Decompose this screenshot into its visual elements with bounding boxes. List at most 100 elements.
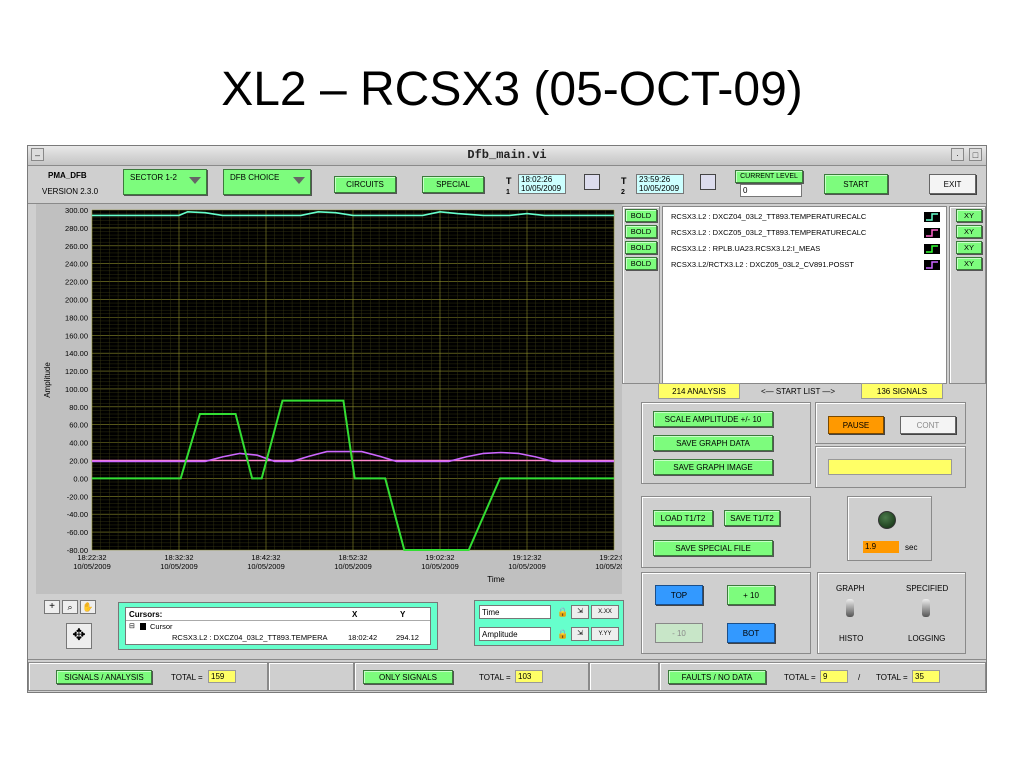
cursor-y-value: 294.12 (396, 633, 419, 642)
chevron-down-icon (189, 177, 201, 184)
signal-name: RCSX3.L2 : DXCZ04_03L2_TT893.TEMPERATURE… (671, 212, 867, 221)
y-tick-label: 120.00 (65, 367, 88, 376)
x-tick-time: 18:22:32 (77, 553, 106, 562)
pause-button[interactable]: PAUSE (828, 416, 884, 434)
signal-color-swatch[interactable] (924, 260, 940, 270)
signal-list-item[interactable]: RCSX3.L2 : RPLB.UA23.RCSX3.L2:I_MEAS (663, 241, 950, 256)
cont-button[interactable]: CONT (900, 416, 956, 434)
mode-panel: GRAPH HISTO SPECIFIED LOGGING (817, 572, 966, 654)
axis-scale-icon[interactable]: ⇲ (571, 605, 589, 619)
signal-list[interactable]: RCSX3.L2 : DXCZ04_03L2_TT893.TEMPERATURE… (662, 206, 947, 384)
x-tick-time: 19:12:32 (512, 553, 541, 562)
scale-amplitude-button[interactable]: SCALE AMPLITUDE +/- 10 (653, 411, 773, 427)
save-graph-data-button[interactable]: SAVE GRAPH DATA (653, 435, 773, 451)
amplitude-axis-field[interactable]: Amplitude (479, 627, 551, 641)
y-tick-label: 100.00 (65, 385, 88, 394)
bold-button[interactable]: BOLD (625, 225, 657, 238)
cursor-tree-item[interactable]: RCSX3.L2 : DXCZ04_03L2_TT893.TEMPERA (172, 633, 344, 642)
minus10-button[interactable]: - 10 (655, 623, 703, 643)
signal-color-swatch[interactable] (924, 228, 940, 238)
x-tick-date: 10/05/2009 (508, 562, 546, 571)
amplitude-format-button[interactable]: Y.YY (591, 627, 619, 641)
calendar-icon[interactable] (584, 174, 600, 190)
time-format-button[interactable]: X.XX (591, 605, 619, 619)
calendar-icon[interactable] (700, 174, 716, 190)
graph-label: GRAPH (836, 584, 865, 593)
window-titlebar[interactable]: – Dfb_main.vi · □ (28, 146, 986, 166)
cursor-table[interactable]: Cursors: X Y ⊟ Cursor RCSX3.L2 : DXCZ04_… (125, 607, 431, 645)
signal-name: RCSX3.L2 : DXCZ05_03L2_TT893.TEMPERATURE… (671, 228, 867, 237)
t1-label: T (506, 176, 512, 186)
load-t1t2-button[interactable]: LOAD T1/T2 (653, 510, 713, 526)
signal-list-item[interactable]: RCSX3.L2 : DXCZ04_03L2_TT893.TEMPERATURE… (663, 209, 950, 224)
total1-label: TOTAL = (171, 673, 203, 682)
y-tick-label: 20.00 (69, 457, 88, 466)
lock-icon[interactable]: 🔒 (557, 628, 569, 640)
dfb-choice-dropdown[interactable]: DFB CHOICE (223, 169, 311, 195)
t2-field[interactable]: 23:59:26 10/05/2009 (636, 174, 684, 194)
start-list-label: <— START LIST —> (761, 387, 836, 396)
y-tick-label: 220.00 (65, 278, 88, 287)
top-button[interactable]: TOP (655, 585, 703, 605)
refresh-interval-field[interactable]: 1.9 (863, 541, 899, 553)
axis-scale-icon[interactable]: ⇲ (571, 627, 589, 641)
signal-list-item[interactable]: RCSX3.L2/RCTX3.L2 : DXCZ05_03L2_CV891.PO… (663, 257, 950, 272)
footer-bar: SIGNALS / ANALYSIS TOTAL = 159 ONLY SIGN… (28, 659, 986, 692)
zoom-icon[interactable]: ⌕ (62, 600, 78, 614)
sector-dropdown[interactable]: SECTOR 1-2 (123, 169, 207, 195)
version-label: VERSION 2.3.0 (42, 187, 99, 196)
only-signals-button[interactable]: ONLY SIGNALS (363, 670, 453, 684)
y-tick-label: 160.00 (65, 331, 88, 340)
faults-no-data-button[interactable]: FAULTS / NO DATA (668, 670, 766, 684)
bold-button[interactable]: BOLD (625, 241, 657, 254)
amplitude-chart[interactable]: 300.00 280.00 260.00 240.00 220.00 200.00 180.… (36, 204, 633, 594)
signal-list-item[interactable]: RCSX3.L2 : DXCZ05_03L2_TT893.TEMPERATURE… (663, 225, 950, 240)
x-tick-date: 10/05/2009 (247, 562, 285, 571)
grid (91, 209, 615, 551)
refresh-unit: sec (905, 543, 918, 552)
x-tick-time: 19:22:03 (599, 553, 622, 562)
start-button[interactable]: START (824, 174, 888, 194)
xy-button[interactable]: XY (956, 241, 982, 254)
pan-hand-icon[interactable]: ✋ (80, 600, 96, 614)
t2-time: 23:59:26 (639, 175, 671, 184)
time-axis-field[interactable]: Time (479, 605, 551, 619)
lock-icon[interactable]: 🔒 (557, 606, 569, 618)
save-special-file-button[interactable]: SAVE SPECIAL FILE (653, 540, 773, 556)
exit-button[interactable]: EXIT (929, 174, 976, 194)
graph-histo-toggle[interactable] (846, 599, 854, 617)
signal-name: RCSX3.L2/RCTX3.L2 : DXCZ05_03L2_CV891.PO… (671, 260, 855, 269)
cursor-move-icon[interactable]: ✥ (66, 623, 92, 649)
signal-color-swatch[interactable] (924, 212, 940, 222)
specified-logging-toggle[interactable] (922, 599, 930, 617)
t1-field[interactable]: 18:02:26 10/05/2009 (518, 174, 566, 194)
maximize-icon[interactable]: □ (969, 148, 982, 161)
bold-button[interactable]: BOLD (625, 257, 657, 270)
x-tick-date: 10/05/2009 (73, 562, 111, 571)
signal-color-swatch[interactable] (924, 244, 940, 254)
save-t1t2-button[interactable]: SAVE T1/T2 (724, 510, 780, 526)
tree-collapse-icon[interactable]: ⊟ (129, 622, 135, 630)
xy-button[interactable]: XY (956, 257, 982, 270)
plus10-button[interactable]: + 10 (727, 585, 775, 605)
save-graph-image-button[interactable]: SAVE GRAPH IMAGE (653, 459, 773, 475)
y-tick-label: -40.00 (67, 510, 88, 519)
logging-label: LOGGING (908, 634, 946, 643)
bold-button[interactable]: BOLD (625, 209, 657, 222)
signals-analysis-button[interactable]: SIGNALS / ANALYSIS (56, 670, 152, 684)
xy-button[interactable]: XY (956, 209, 982, 222)
circuits-button[interactable]: CIRCUITS (334, 176, 396, 193)
y-tick-label: 40.00 (69, 439, 88, 448)
signal-name: RCSX3.L2 : RPLB.UA23.RCSX3.L2:I_MEAS (671, 244, 821, 253)
special-button[interactable]: SPECIAL (422, 176, 484, 193)
sector-dropdown-label: SECTOR 1-2 (130, 173, 177, 182)
minimize-icon[interactable]: · (951, 148, 964, 161)
y-tick-label: 60.00 (69, 421, 88, 430)
x-tick-date: 10/05/2009 (595, 562, 622, 571)
total3-label: TOTAL = (784, 673, 816, 682)
xy-button[interactable]: XY (956, 225, 982, 238)
crosshair-icon[interactable]: + (44, 600, 60, 614)
current-level-field[interactable]: 0 (740, 184, 802, 197)
bot-button[interactable]: BOT (727, 623, 775, 643)
cursor-tree-root[interactable]: Cursor (150, 622, 173, 631)
